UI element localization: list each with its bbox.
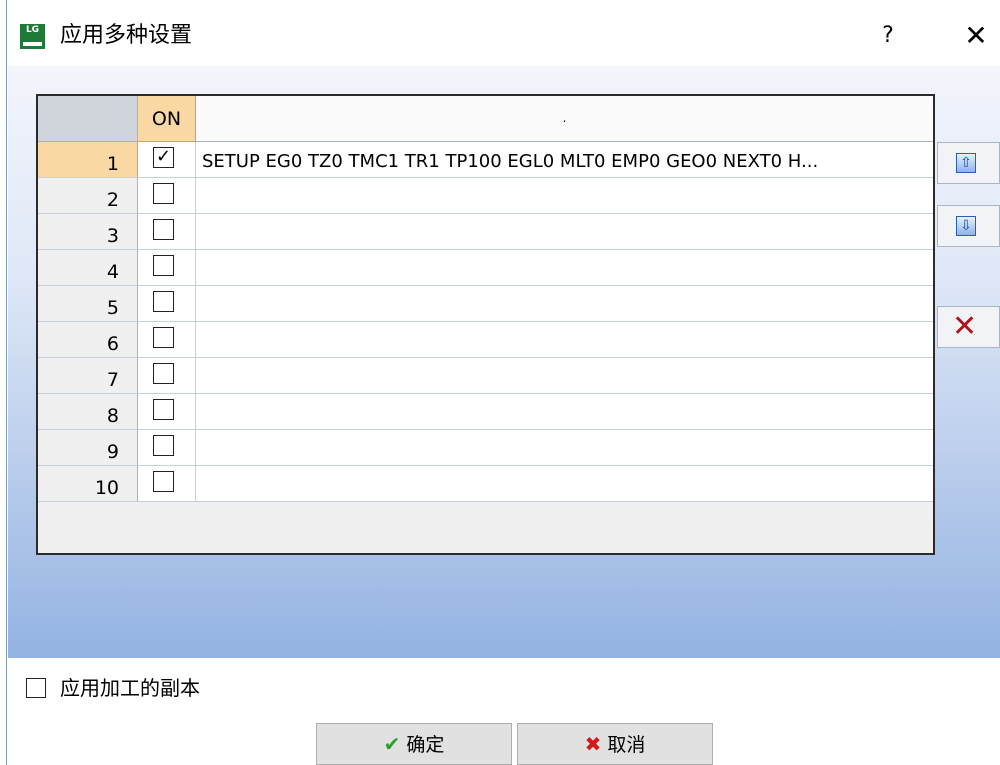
window-title: 应用多种设置 bbox=[60, 23, 193, 48]
row-number[interactable]: 6 bbox=[38, 322, 138, 358]
table-row[interactable]: 10 bbox=[38, 466, 933, 502]
cancel-button-label: 取消 bbox=[607, 734, 646, 756]
ok-button[interactable]: ✔ 确定 bbox=[316, 723, 512, 765]
setting-description[interactable] bbox=[196, 250, 933, 286]
row-number[interactable]: 4 bbox=[38, 250, 138, 286]
row-number[interactable]: 2 bbox=[38, 178, 138, 214]
row-number[interactable]: 7 bbox=[38, 358, 138, 394]
column-header-description[interactable]: . bbox=[196, 96, 933, 142]
row-number[interactable]: 1 bbox=[38, 142, 138, 178]
on-checkbox[interactable]: ✓ bbox=[153, 147, 174, 168]
grid-corner-header bbox=[38, 96, 138, 142]
column-header-on[interactable]: ON bbox=[138, 96, 196, 142]
on-checkbox[interactable] bbox=[153, 471, 174, 492]
ok-button-label: 确定 bbox=[406, 734, 445, 756]
row-number[interactable]: 5 bbox=[38, 286, 138, 322]
on-cell bbox=[138, 250, 196, 286]
setting-description[interactable] bbox=[196, 322, 933, 358]
move-down-button[interactable]: ⇩ bbox=[937, 205, 1000, 247]
close-button[interactable]: ✕ bbox=[956, 18, 996, 54]
row-number[interactable]: 10 bbox=[38, 466, 138, 502]
delete-button[interactable]: ✕ bbox=[937, 306, 1000, 348]
on-cell: ✓ bbox=[138, 142, 196, 178]
table-row[interactable]: 2 bbox=[38, 178, 933, 214]
table-row[interactable]: 5 bbox=[38, 286, 933, 322]
title-bar: LG 应用多种设置 ? ✕ bbox=[8, 0, 1000, 66]
on-cell bbox=[138, 286, 196, 322]
on-checkbox[interactable] bbox=[153, 435, 174, 456]
table-row[interactable]: 4 bbox=[38, 250, 933, 286]
row-number[interactable]: 9 bbox=[38, 430, 138, 466]
move-up-button[interactable]: ⇧ bbox=[937, 142, 1000, 184]
cancel-x-icon: ✖ bbox=[584, 732, 602, 756]
app-icon: LG bbox=[20, 24, 45, 49]
on-cell bbox=[138, 430, 196, 466]
on-checkbox[interactable] bbox=[153, 399, 174, 420]
row-number[interactable]: 3 bbox=[38, 214, 138, 250]
table-row[interactable]: 9 bbox=[38, 430, 933, 466]
apply-copies-checkbox[interactable] bbox=[26, 678, 46, 698]
setting-description[interactable] bbox=[196, 178, 933, 214]
checkmark-icon: ✔ bbox=[383, 732, 401, 756]
help-button[interactable]: ? bbox=[870, 18, 906, 54]
on-cell bbox=[138, 466, 196, 502]
setting-description[interactable] bbox=[196, 430, 933, 466]
setting-description[interactable] bbox=[196, 466, 933, 502]
on-cell bbox=[138, 178, 196, 214]
on-cell bbox=[138, 214, 196, 250]
arrow-up-icon: ⇧ bbox=[956, 153, 976, 173]
on-cell bbox=[138, 394, 196, 430]
on-checkbox[interactable] bbox=[153, 219, 174, 240]
table-row[interactable]: 3 bbox=[38, 214, 933, 250]
window-left-edge bbox=[0, 0, 7, 765]
setting-description[interactable]: SETUP EG0 TZ0 TMC1 TR1 TP100 EGL0 MLT0 E… bbox=[196, 142, 933, 178]
on-checkbox[interactable] bbox=[153, 291, 174, 312]
table-row[interactable]: 6 bbox=[38, 322, 933, 358]
setting-description[interactable] bbox=[196, 286, 933, 322]
cancel-button[interactable]: ✖ 取消 bbox=[517, 723, 713, 765]
on-checkbox[interactable] bbox=[153, 327, 174, 348]
table-row[interactable]: 7 bbox=[38, 358, 933, 394]
setting-description[interactable] bbox=[196, 358, 933, 394]
on-checkbox[interactable] bbox=[153, 363, 174, 384]
row-number[interactable]: 8 bbox=[38, 394, 138, 430]
table-row[interactable]: 1 ✓ SETUP EG0 TZ0 TMC1 TR1 TP100 EGL0 MLT0… bbox=[38, 142, 933, 178]
grid-header-row: ON . bbox=[38, 96, 933, 142]
delete-x-icon: ✕ bbox=[952, 309, 978, 344]
on-checkbox[interactable] bbox=[153, 255, 174, 276]
on-checkbox[interactable] bbox=[153, 183, 174, 204]
arrow-down-icon: ⇩ bbox=[956, 216, 976, 236]
setting-description[interactable] bbox=[196, 394, 933, 430]
apply-copies-label: 应用加工的副本 bbox=[60, 676, 200, 700]
settings-grid: ON . 1 ✓ SETUP EG0 TZ0 TMC1 TR1 TP100 EGL0… bbox=[36, 94, 935, 555]
on-cell bbox=[138, 322, 196, 358]
table-row[interactable]: 8 bbox=[38, 394, 933, 430]
on-cell bbox=[138, 358, 196, 394]
setting-description[interactable] bbox=[196, 214, 933, 250]
